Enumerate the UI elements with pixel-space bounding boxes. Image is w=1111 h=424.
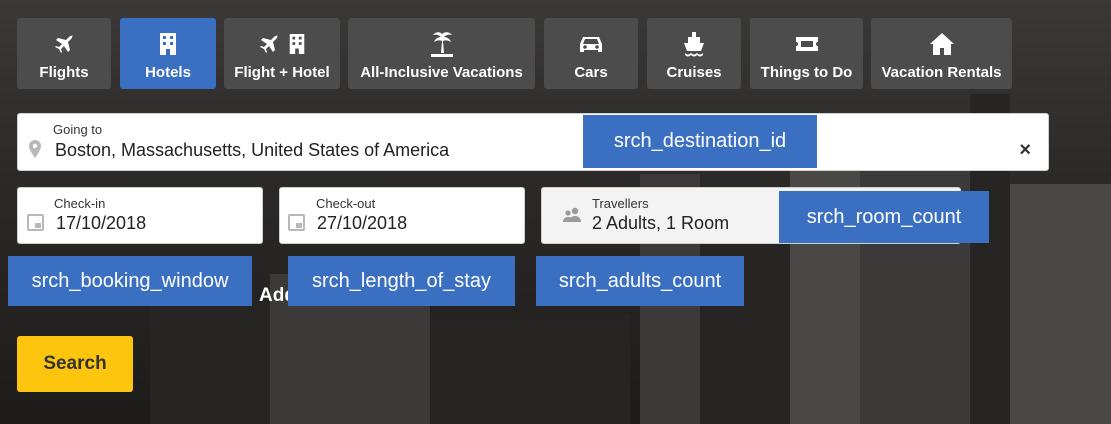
checkout-label: Check-out (316, 196, 376, 211)
tab-label: Flight + Hotel (234, 64, 330, 81)
tab-flights[interactable]: Flights (17, 18, 111, 89)
location-pin-icon (29, 140, 41, 158)
annotation-room-count: srch_room_count (779, 191, 989, 243)
annotation-destination-id: srch_destination_id (583, 115, 817, 168)
annotation-length-of-stay: srch_length_of_stay (288, 256, 515, 306)
travellers-label: Travellers (592, 196, 649, 211)
tab-label: Flights (39, 64, 89, 81)
flight-hotel-icon (257, 30, 307, 58)
checkin-input[interactable]: 17/10/2018 (56, 213, 146, 234)
tab-label: Things to Do (760, 64, 853, 81)
destination-field[interactable]: Going to Boston, Massachusetts, United S… (17, 113, 1049, 171)
checkout-field[interactable]: Check-out 27/10/2018 (279, 187, 525, 244)
search-button[interactable]: Search (17, 336, 133, 392)
destination-input[interactable]: Boston, Massachusetts, United States of … (55, 140, 449, 161)
airplane-icon (52, 30, 76, 58)
hotel-building-icon (157, 30, 179, 58)
checkin-field[interactable]: Check-in 17/10/2018 (17, 187, 263, 244)
annotation-booking-window: srch_booking_window (8, 256, 252, 306)
ticket-icon (794, 30, 820, 58)
car-icon (578, 30, 604, 58)
tab-label: All-Inclusive Vacations (360, 64, 523, 81)
tab-label: Cars (574, 64, 608, 81)
house-icon (929, 30, 955, 58)
tab-cars[interactable]: Cars (544, 18, 638, 89)
tab-flight-hotel[interactable]: Flight + Hotel (224, 18, 340, 89)
tab-vacation-rentals[interactable]: Vacation Rentals (871, 18, 1012, 89)
checkin-label: Check-in (54, 196, 106, 211)
calendar-icon (288, 214, 305, 231)
tab-label: Cruises (666, 64, 722, 81)
destination-label: Going to (53, 122, 103, 137)
tab-hotels[interactable]: Hotels (120, 18, 216, 89)
travellers-value[interactable]: 2 Adults, 1 Room (592, 213, 729, 234)
tab-label: Hotels (145, 64, 191, 81)
palm-island-icon (429, 30, 455, 58)
clear-icon[interactable]: × (1019, 139, 1031, 162)
calendar-icon (27, 214, 44, 231)
tab-cruises[interactable]: Cruises (647, 18, 741, 89)
tab-all-inclusive-vacations[interactable]: All-Inclusive Vacations (348, 18, 535, 89)
cruise-ship-icon (682, 30, 706, 58)
tab-things-to-do[interactable]: Things to Do (750, 18, 863, 89)
people-icon (563, 207, 581, 222)
annotation-adults-count: srch_adults_count (536, 256, 744, 306)
checkout-input[interactable]: 27/10/2018 (317, 213, 407, 234)
tab-label: Vacation Rentals (881, 64, 1002, 81)
